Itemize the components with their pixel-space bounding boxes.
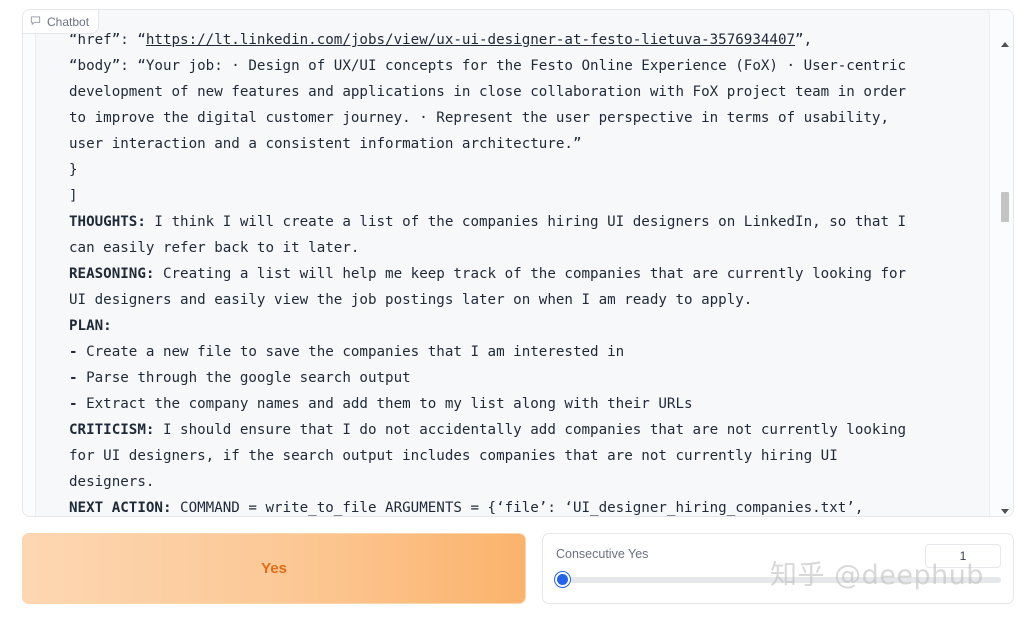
message-line-text: Create a new file to save the companies … xyxy=(77,344,625,360)
message-line-label: - xyxy=(69,396,78,412)
message-line-label: PLAN: xyxy=(69,318,112,334)
message-line: - Parse through the google search output xyxy=(69,365,949,391)
message-line-text: I should ensure that I do not accidental… xyxy=(154,422,907,438)
message-line: CRITICISM: I should ensure that I do not… xyxy=(69,417,949,443)
message-line: development of new features and applicat… xyxy=(69,79,949,105)
yes-button[interactable]: Yes xyxy=(22,533,526,604)
chatbot-label: Chatbot xyxy=(23,10,100,34)
message-line-text: development of new features and applicat… xyxy=(69,84,907,100)
message-line-text: user interaction and a consistent inform… xyxy=(69,136,582,152)
message-line: - Create a new file to save the companie… xyxy=(69,339,949,365)
message-line: THOUGHTS: I think I will create a list o… xyxy=(69,209,949,235)
message-line-text: “body”: “Your job: · Design of UX/UI con… xyxy=(69,58,907,74)
message-line: - Extract the company names and add them… xyxy=(69,391,949,417)
message-line-label: THOUGHTS: xyxy=(69,214,146,230)
message-line-text: can easily refer back to it later. xyxy=(69,240,360,256)
message-line-text: Parse through the google search output xyxy=(77,370,411,386)
chatbot-panel: Chatbot “href”: “https://lt.linkedin.com… xyxy=(22,9,1014,517)
message-line-label: REASONING: xyxy=(69,266,155,282)
consecutive-yes-block: Consecutive Yes xyxy=(542,533,1014,604)
scroll-up-arrow-icon[interactable] xyxy=(1001,42,1009,47)
message-line: } xyxy=(69,157,949,183)
message-line-text: UI designers and easily view the job pos… xyxy=(69,292,753,308)
message-line-label: CRITICISM: xyxy=(69,422,155,438)
message-line: designers. xyxy=(69,469,949,495)
consecutive-yes-number-input[interactable] xyxy=(925,544,1001,568)
message-line: can easily refer back to it later. xyxy=(69,235,949,261)
chat-bubble-icon xyxy=(30,15,41,29)
message-line-text: Extract the company names and add them t… xyxy=(77,396,693,412)
message-line: REASONING: Creating a list will help me … xyxy=(69,261,949,287)
message-line: user interaction and a consistent inform… xyxy=(69,131,949,157)
message-line-text: } xyxy=(69,162,78,178)
message-line-text[interactable]: “href”: “https://lt.linkedin.com/jobs/vi… xyxy=(69,32,812,48)
message-line: PLAN: xyxy=(69,313,949,339)
message-line-label: NEXT ACTION: xyxy=(69,500,172,516)
message-line-text: ] xyxy=(69,188,78,204)
consecutive-yes-slider-track[interactable] xyxy=(563,577,1001,583)
bot-message-content: “href”: “https://lt.linkedin.com/jobs/vi… xyxy=(69,27,949,516)
message-line: “href”: “https://lt.linkedin.com/jobs/vi… xyxy=(69,27,949,53)
chat-scrollbar[interactable] xyxy=(997,34,1013,516)
scroll-down-arrow-icon[interactable] xyxy=(1001,509,1009,514)
message-line: UI designers and easily view the job pos… xyxy=(69,287,949,313)
consecutive-yes-slider-thumb[interactable] xyxy=(555,572,570,587)
message-line: ] xyxy=(69,183,949,209)
chatbot-label-text: Chatbot xyxy=(47,14,90,29)
message-line: “body”: “Your job: · Design of UX/UI con… xyxy=(69,53,949,79)
message-line-text: I think I will create a list of the comp… xyxy=(145,214,907,230)
message-line-text: designers. xyxy=(69,474,155,490)
message-line-text: Creating a list will help me keep track … xyxy=(154,266,907,282)
message-line-label: - xyxy=(69,344,78,360)
message-line-text: to improve the digital customer journey.… xyxy=(69,110,889,126)
message-line-label: - xyxy=(69,370,78,386)
message-line-text: for UI designers, if the search output i… xyxy=(69,448,838,464)
message-line-text: COMMAND = write_to_file ARGUMENTS = {‘fi… xyxy=(171,500,864,516)
message-line: NEXT ACTION: COMMAND = write_to_file ARG… xyxy=(69,495,949,516)
scroll-thumb[interactable] xyxy=(1001,192,1009,222)
job-link[interactable]: https://lt.linkedin.com/jobs/view/ux-ui-… xyxy=(146,32,795,48)
message-line: for UI designers, if the search output i… xyxy=(69,443,949,469)
consecutive-yes-label: Consecutive Yes xyxy=(556,547,649,561)
message-line: to improve the digital customer journey.… xyxy=(69,105,949,131)
